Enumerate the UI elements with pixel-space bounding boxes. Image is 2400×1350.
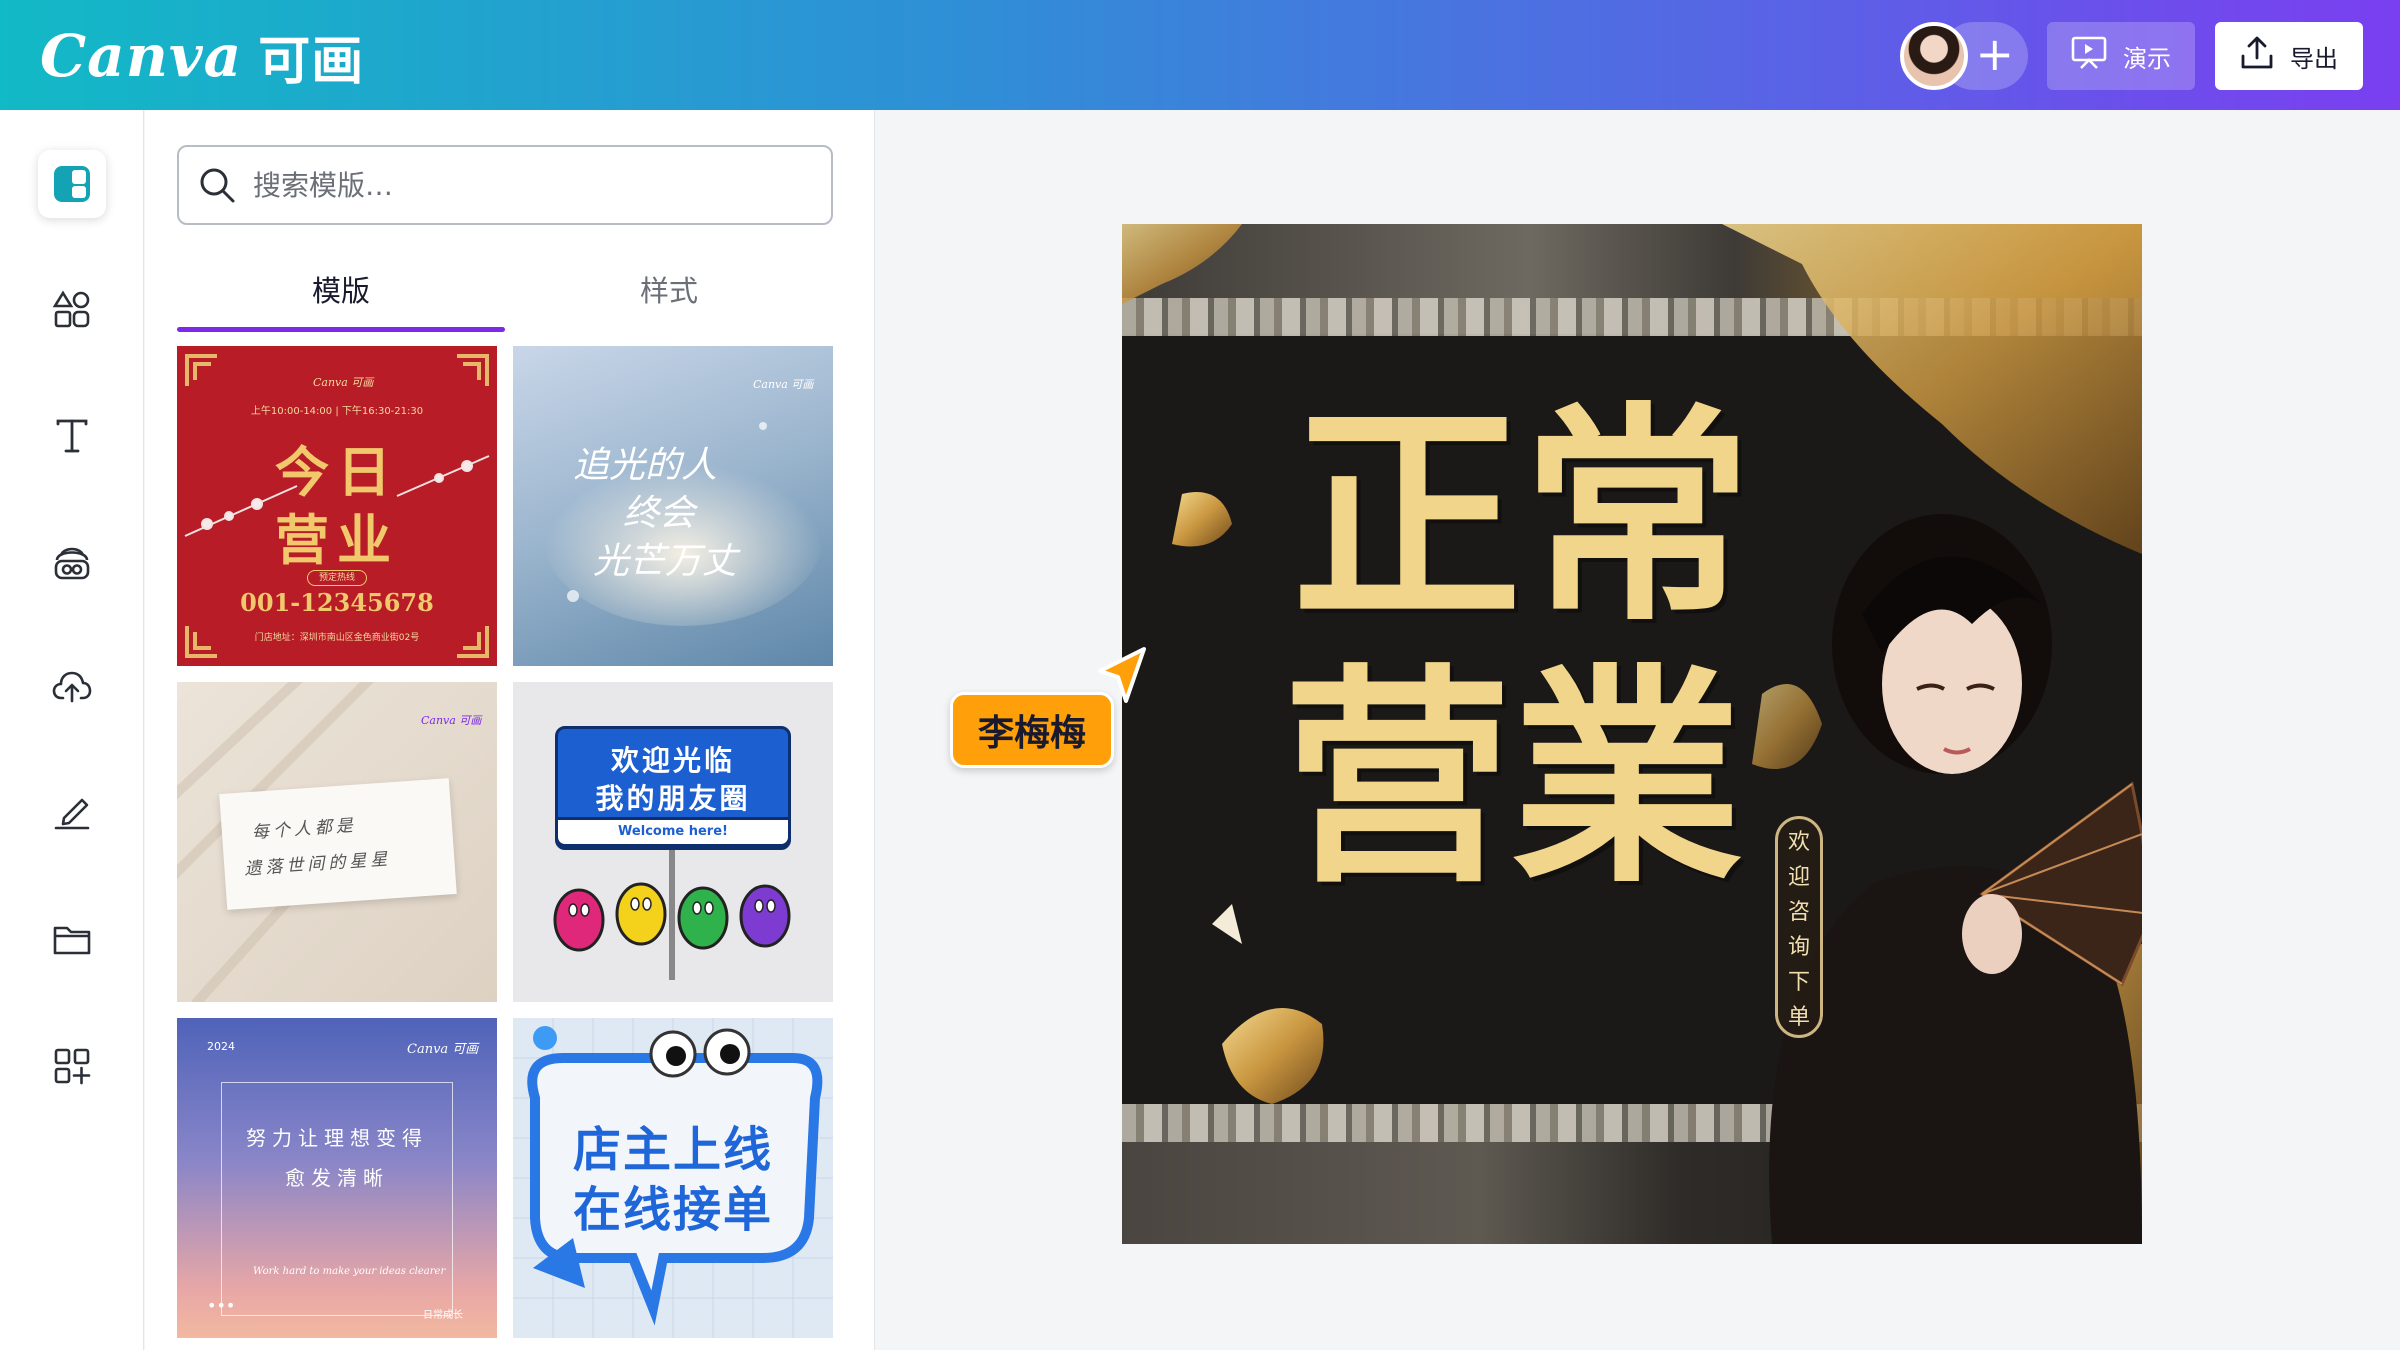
tile-address: 门店地址：深圳市南山区金色商业街02号 (254, 633, 420, 643)
present-icon (2071, 36, 2107, 76)
badge-char: 询 (1787, 934, 1810, 960)
tile-line-2: 愈发清晰 (285, 1166, 389, 1190)
plus-icon: + (1975, 27, 2014, 81)
tile-brand: Canva 可画 (421, 714, 482, 727)
badge-char: 单 (1787, 1004, 1810, 1030)
tile-hours: 上午10:00-14:00 | 下午16:30-21:30 (250, 406, 424, 417)
collaborators: + (1900, 22, 2028, 90)
tab-templates[interactable]: 模版 (177, 250, 505, 332)
template-card-welcome[interactable]: 欢迎光临 我的朋友圈 Welcome here! (513, 682, 833, 1002)
search-input[interactable] (253, 168, 813, 202)
tile-brand: Canva 可画 (407, 1042, 479, 1057)
elements-icon (52, 290, 90, 328)
export-label: 导出 (2290, 44, 2338, 73)
badge-char: 下 (1787, 969, 1810, 995)
tile-note-1: 每个人都是 (251, 815, 358, 843)
draw-icon (54, 798, 90, 830)
tile-script: Work hard to make your ideas clearer (253, 1266, 446, 1277)
cloud-upload-icon (52, 671, 92, 703)
tile-hotline-label: 预定热线 (307, 570, 367, 586)
template-card-open-today[interactable]: Canva 可画 上午10:00-14:00 | 下午16:30-21:30 今… (177, 346, 497, 666)
headline-line-1[interactable]: 正常 (1292, 402, 1752, 632)
rail-item-elements[interactable] (38, 275, 106, 343)
rail-item-text[interactable] (38, 402, 106, 470)
top-bar: Canva 可画 + 演示 导出 (0, 0, 2400, 110)
side-rail (0, 110, 144, 1350)
present-button[interactable]: 演示 (2047, 22, 2195, 90)
tile-title-2: 营业 (275, 508, 399, 572)
tile-quote-3: 光芒万丈 (593, 541, 738, 582)
badge-char: 迎 (1787, 864, 1810, 890)
tile-note-2: 遗落世间的星星 (243, 849, 392, 880)
present-label: 演示 (2123, 44, 2171, 73)
logo-cn-text: 可画 (258, 31, 365, 92)
tab-styles[interactable]: 样式 (505, 250, 833, 332)
paper-note: 每个人都是 遗落世间的星星 (219, 778, 457, 910)
search-icon (200, 168, 235, 203)
tile-brand: Canva 可画 (313, 376, 374, 389)
more-dots-icon[interactable]: ••• (207, 1296, 235, 1315)
collaborator-name-tag: 李梅梅 (950, 692, 1114, 768)
templates-panel: 模版 样式 Canva 可画 上午10:00-14:00 | 下午16:30-2… (145, 110, 875, 1350)
tile-footer: 日常成长 (423, 1310, 463, 1321)
apps-icon (54, 1048, 91, 1085)
logo-text: Canva (40, 22, 243, 90)
search-bar[interactable] (177, 145, 833, 225)
tile-phone: 001-12345678 (240, 588, 434, 617)
panel-tabs: 模版 样式 (177, 250, 833, 332)
badge-char: 咨 (1787, 899, 1810, 925)
tile-quote-1: 追光的人 (573, 445, 718, 486)
rail-item-templates[interactable] (38, 150, 106, 218)
text-icon (56, 419, 88, 453)
template-card-note[interactable]: Canva 可画 每个人都是 遗落世间的星星 (177, 682, 497, 1002)
folder-icon (53, 926, 91, 955)
tile-line-2: 在线接单 (572, 1182, 773, 1238)
tile-brand: Canva 可画 (753, 378, 814, 391)
template-grid: Canva 可画 上午10:00-14:00 | 下午16:30-21:30 今… (177, 346, 837, 1350)
cartoon-characters (553, 850, 791, 980)
upload-icon (2240, 36, 2274, 76)
rail-item-draw[interactable] (38, 778, 106, 846)
rail-item-projects[interactable] (38, 905, 106, 973)
template-card-shop-online[interactable]: 店主上线 在线接单 (513, 1018, 833, 1338)
canva-logo[interactable]: Canva 可画 (40, 22, 364, 92)
canvas-stage: 正常 营業 欢 迎 咨 询 下 单 李梅梅 (876, 110, 2400, 1350)
tile-line-1: 努力让理想变得 (246, 1126, 428, 1150)
badge-char: 欢 (1787, 829, 1810, 855)
template-card-ideals[interactable]: 2024 Canva 可画 努力让理想变得 愈发清晰 Work hard to … (177, 1018, 497, 1338)
template-card-chasing-light[interactable]: Canva 可画 追光的人 终会 光芒万丈 (513, 346, 833, 666)
tile-quote-2: 终会 (623, 493, 696, 534)
rail-item-brand[interactable] (38, 528, 106, 596)
vertical-badge[interactable]: 欢 迎 咨 询 下 单 (1775, 816, 1823, 1038)
rail-item-uploads[interactable] (38, 652, 106, 720)
tile-year: 2024 (207, 1040, 235, 1053)
frame-border (221, 1082, 453, 1316)
brand-icon (54, 547, 90, 580)
rail-item-apps[interactable] (38, 1032, 106, 1100)
export-button[interactable]: 导出 (2215, 22, 2363, 90)
templates-icon (54, 166, 90, 202)
headline-line-2[interactable]: 营業 (1282, 664, 1742, 894)
user-avatar[interactable] (1900, 22, 1968, 90)
design-page[interactable]: 正常 营業 欢 迎 咨 询 下 单 (1122, 224, 2142, 1244)
